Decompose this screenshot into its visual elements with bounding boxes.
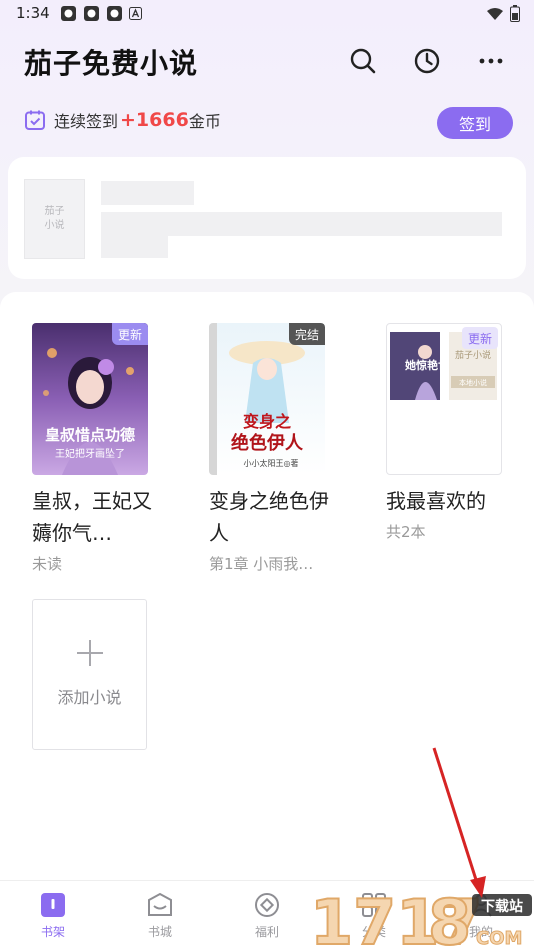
bookshelf-panel: 皇叔惜点功德 王妃把牙画坠了 更新 皇叔，王妃又薅你气… 未读 变身之 绝色伊人… <box>0 292 534 892</box>
book-cover-author: 小小太阳王◎著 <box>244 458 299 468</box>
wifi-icon <box>487 7 503 20</box>
tab-bookstore[interactable]: 书城 <box>130 891 190 940</box>
book-cover-title2: 绝色伊人 <box>231 432 304 454</box>
calendar-check-icon <box>25 110 45 130</box>
tab-label: 书架 <box>40 925 65 939</box>
tab-label: 书城 <box>147 925 172 939</box>
placeholder-bar <box>101 212 502 236</box>
system-icons <box>486 5 520 22</box>
app-title: 茄子免费小说 <box>24 47 199 80</box>
add-book-label: 添加小说 <box>57 688 122 707</box>
book-title[interactable]: 皇叔，王妃又薅你气… <box>32 485 164 549</box>
checkin-suffix: 金币 <box>188 112 221 131</box>
placeholder-cover-line1: 茄子 <box>44 206 65 217</box>
tab-welfare[interactable]: 福利 <box>237 891 297 940</box>
history-clock-icon[interactable] <box>410 44 444 78</box>
book-cover-art: 变身之 绝色伊人 小小太阳王◎著 <box>209 323 325 475</box>
bookshelf-icon <box>41 893 65 917</box>
book-item[interactable]: 皇叔惜点功德 王妃把牙画坠了 更新 皇叔，王妃又薅你气… 未读 <box>32 323 152 574</box>
bookstore-icon <box>148 892 172 916</box>
book-title[interactable]: 我最喜欢的 <box>386 485 518 517</box>
book-progress: 第1章 小雨我… <box>209 555 314 573</box>
welfare-icon <box>255 893 279 917</box>
search-icon[interactable] <box>346 44 380 78</box>
status-time: 1:34 <box>16 4 50 22</box>
book-cover-subtitle: 王妃把牙画坠了 <box>55 447 125 460</box>
update-badge: 更新 <box>111 323 148 345</box>
checkin-info: 连续签到 +1666 金币 <box>24 108 221 132</box>
site-watermark: 1717 8 COM 下载站 <box>308 884 534 950</box>
book-cover[interactable]: 变身之 绝色伊人 小小太阳王◎著 完结 <box>209 323 325 475</box>
add-book-button[interactable]: 添加小说 <box>32 599 147 750</box>
notification-app-icon <box>61 6 76 21</box>
watermark-label: 下载站 <box>481 898 523 915</box>
watermark-com: COM <box>476 928 522 949</box>
book-item[interactable]: 变身之 绝色伊人 小小太阳王◎著 完结 变身之绝色伊人 第1章 小雨我… <box>209 323 329 574</box>
update-badge: 更新 <box>461 327 498 349</box>
more-icon[interactable] <box>474 44 508 78</box>
checkin-prefix: 连续签到 <box>54 112 119 131</box>
book-title[interactable]: 变身之绝色伊人 <box>209 485 341 549</box>
placeholder-cover-line2: 小说 <box>44 220 65 231</box>
completed-badge: 完结 <box>288 323 325 345</box>
collection-cover[interactable]: 她惊艳世界 茄子小说 本地小说 更新 <box>386 323 502 475</box>
collection-small-label1: 茄子小说 <box>455 349 491 361</box>
placeholder-cover: 茄子 小说 <box>24 179 85 259</box>
book-progress: 未读 <box>32 555 63 573</box>
book-count: 共2本 <box>386 523 426 541</box>
plus-icon <box>76 640 103 666</box>
notification-app-icon <box>107 6 122 21</box>
checkin-button[interactable]: 签到 <box>437 107 513 139</box>
book-cover-title: 皇叔惜点功德 <box>45 426 135 444</box>
placeholder-bar <box>101 181 194 205</box>
checkin-coins: +1666 <box>120 109 189 131</box>
book-cover-art: 皇叔惜点功德 王妃把牙画坠了 <box>32 323 148 475</box>
recent-reading-card[interactable]: 茄子 小说 <box>8 157 526 279</box>
placeholder-bar <box>101 236 168 258</box>
book-collection-item[interactable]: 她惊艳世界 茄子小说 本地小说 更新 我最喜欢的 共2本 <box>386 323 502 542</box>
tab-bookshelf[interactable]: 书架 <box>23 891 83 940</box>
notification-icons <box>60 5 142 22</box>
book-cover[interactable]: 皇叔惜点功德 王妃把牙画坠了 更新 <box>32 323 148 475</box>
battery-icon <box>510 5 520 22</box>
watermark-number-8: 8 <box>428 886 471 950</box>
notification-app-icon <box>84 6 99 21</box>
tab-label: 福利 <box>254 925 279 939</box>
collection-small-label2: 本地小说 <box>459 378 487 387</box>
status-bar: 1:34 <box>0 0 534 28</box>
book-cover-title: 变身之 <box>243 412 291 431</box>
notification-a-icon <box>129 7 142 20</box>
